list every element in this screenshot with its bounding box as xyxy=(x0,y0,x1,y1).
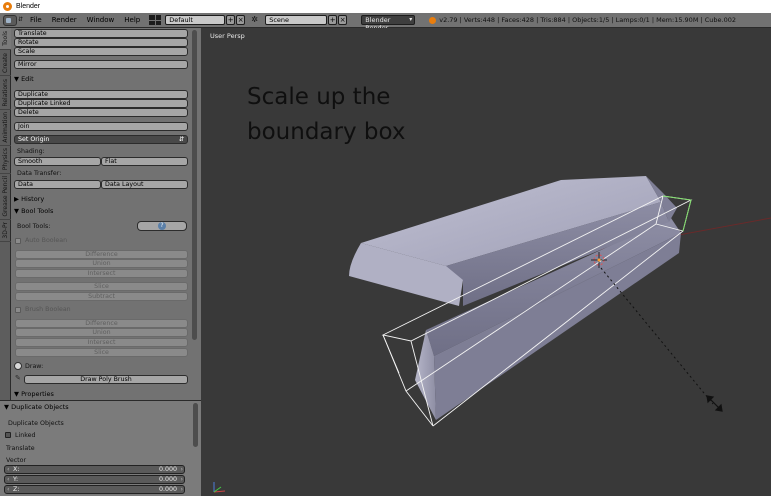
window-title: Blender xyxy=(16,3,41,10)
shading-label: Shading: xyxy=(17,148,45,155)
viewport-view-label: User Persp xyxy=(210,32,245,40)
tab-3d-print[interactable]: 3D-Pr xyxy=(0,220,11,242)
tutorial-caption: Scale up the boundary box xyxy=(247,84,406,145)
auto-difference-button[interactable]: Difference xyxy=(15,250,188,259)
brush-union-button[interactable]: Union xyxy=(15,328,188,337)
set-origin-select[interactable]: Set Origin ⇵ xyxy=(14,135,188,144)
scale-guide-line xyxy=(600,267,714,405)
scene-icon[interactable]: ✲ xyxy=(251,15,263,25)
data-layout-button[interactable]: Data Layout xyxy=(101,180,188,189)
screen-layout-field[interactable]: Default xyxy=(165,15,226,25)
editor-type-dropdown-icon[interactable]: ⇵ xyxy=(18,16,23,24)
chevron-down-icon: ▼ xyxy=(4,403,9,411)
chevron-down-icon: ▼ xyxy=(14,207,19,215)
translate-label: Translate xyxy=(6,445,35,452)
tool-shelf-panel: Translate Rotate Scale Mirror ▼ Edit Dup… xyxy=(11,28,201,400)
chevron-right-icon: › xyxy=(180,486,183,493)
tool-shelf-scrollbar[interactable] xyxy=(192,30,197,340)
operator-panel-scrollbar[interactable] xyxy=(193,403,198,447)
duplicate-linked-button[interactable]: Duplicate Linked xyxy=(14,99,188,108)
history-section-header[interactable]: ▶ History xyxy=(14,195,44,203)
scale-cursor-icon xyxy=(706,395,723,412)
info-icon: ? xyxy=(158,222,166,230)
vector-x-field[interactable]: ‹ X: 0.000 › xyxy=(4,465,185,474)
pencil-icon: ✎ xyxy=(15,374,21,382)
edit-section-header[interactable]: ▼ Edit xyxy=(14,75,34,83)
operator-panel: ▼ Duplicate Objects Duplicate Objects Li… xyxy=(0,400,201,496)
menu-help[interactable]: Help xyxy=(119,16,145,24)
bool-tools-section-header[interactable]: ▼ Bool Tools xyxy=(14,207,53,215)
remove-scene-button[interactable]: × xyxy=(338,15,348,25)
linked-label: Linked xyxy=(15,432,36,439)
menu-file[interactable]: File xyxy=(25,16,47,24)
data-transfer-label: Data Transfer: xyxy=(17,170,62,177)
brush-difference-button[interactable]: Difference xyxy=(15,319,188,328)
vector-z-field[interactable]: ‹ Z: 0.000 › xyxy=(4,485,185,494)
mirror-button[interactable]: Mirror xyxy=(14,60,188,69)
3d-viewport[interactable]: User Persp Scale up the boundary box xyxy=(201,28,771,496)
brush-boolean-checkbox[interactable] xyxy=(15,307,21,313)
tab-physics[interactable]: Physics xyxy=(0,146,11,174)
chevron-right-icon: ▶ xyxy=(14,195,19,203)
auto-subtract-button[interactable]: Subtract xyxy=(15,292,188,301)
chevron-left-icon: ‹ xyxy=(7,466,10,473)
remove-layout-button[interactable]: × xyxy=(236,15,246,25)
auto-intersect-button[interactable]: Intersect xyxy=(15,269,188,278)
scale-button[interactable]: Scale xyxy=(14,47,188,56)
menu-render[interactable]: Render xyxy=(47,16,82,24)
duplicate-button[interactable]: Duplicate xyxy=(14,90,188,99)
tab-create[interactable]: Create xyxy=(0,50,11,76)
vector-y-field[interactable]: ‹ Y: 0.000 › xyxy=(4,475,185,484)
operator-name-label: Duplicate Objects xyxy=(8,420,64,427)
vector-label: Vector xyxy=(6,457,27,464)
scene-field[interactable]: Scene xyxy=(265,15,328,25)
rotate-button[interactable]: Rotate xyxy=(14,38,188,47)
menu-window[interactable]: Window xyxy=(82,16,120,24)
flat-button[interactable]: Flat xyxy=(101,157,188,166)
brush-slice-button[interactable]: Slice xyxy=(15,348,188,357)
blender-version-icon xyxy=(429,16,437,24)
blender-logo-icon xyxy=(3,2,12,11)
auto-boolean-checkbox[interactable] xyxy=(15,238,21,244)
tab-tools[interactable]: Tools xyxy=(0,28,11,50)
chevron-down-icon: ▼ xyxy=(14,390,19,398)
screen-layout-icon[interactable] xyxy=(149,15,162,25)
chevron-left-icon: ‹ xyxy=(7,476,10,483)
chevron-left-icon: ‹ xyxy=(7,486,10,493)
brush-boolean-label: Brush Boolean xyxy=(25,306,71,313)
info-header: ⇵ File Render Window Help Default + × ✲ … xyxy=(0,13,771,32)
linked-checkbox[interactable] xyxy=(5,432,11,438)
join-button[interactable]: Join xyxy=(14,122,188,131)
auto-boolean-label: Auto Boolean xyxy=(25,237,68,244)
draw-label: Draw: xyxy=(25,363,44,370)
chevron-right-icon: › xyxy=(180,476,183,483)
add-layout-button[interactable]: + xyxy=(226,15,236,25)
auto-union-button[interactable]: Union xyxy=(15,259,188,268)
eye-icon[interactable] xyxy=(14,362,22,370)
smooth-button[interactable]: Smooth xyxy=(14,157,101,166)
tab-relations[interactable]: Relations xyxy=(0,76,11,110)
tab-animation[interactable]: Animation xyxy=(0,110,11,146)
axis-gizmo-icon xyxy=(213,482,226,493)
window-titlebar: Blender xyxy=(0,0,771,13)
dropdown-arrows-icon: ⇵ xyxy=(178,136,184,143)
delete-button[interactable]: Delete xyxy=(14,108,188,117)
chevron-down-icon: ▼ xyxy=(14,75,19,83)
data-button[interactable]: Data xyxy=(14,180,101,189)
translate-button[interactable]: Translate xyxy=(14,29,188,38)
properties-section-header[interactable]: ▼ Properties xyxy=(14,390,54,398)
bool-tools-info-button[interactable]: ? xyxy=(137,221,187,231)
editor-type-icon[interactable] xyxy=(3,14,17,26)
operator-panel-header[interactable]: ▼ Duplicate Objects xyxy=(4,403,69,411)
tab-grease-pencil[interactable]: Grease Pencil xyxy=(0,174,11,220)
draw-poly-brush-button[interactable]: Draw Poly Brush xyxy=(24,375,188,384)
chevron-right-icon: › xyxy=(180,466,183,473)
render-engine-select[interactable]: Blender Render xyxy=(361,15,416,32)
scene-stats: v2.79 | Verts:448 | Faces:428 | Tris:884… xyxy=(439,16,737,24)
bool-tools-label: Bool Tools: xyxy=(17,223,51,230)
auto-slice-button[interactable]: Slice xyxy=(15,282,188,291)
add-scene-button[interactable]: + xyxy=(328,15,338,25)
brush-intersect-button[interactable]: Intersect xyxy=(15,338,188,347)
